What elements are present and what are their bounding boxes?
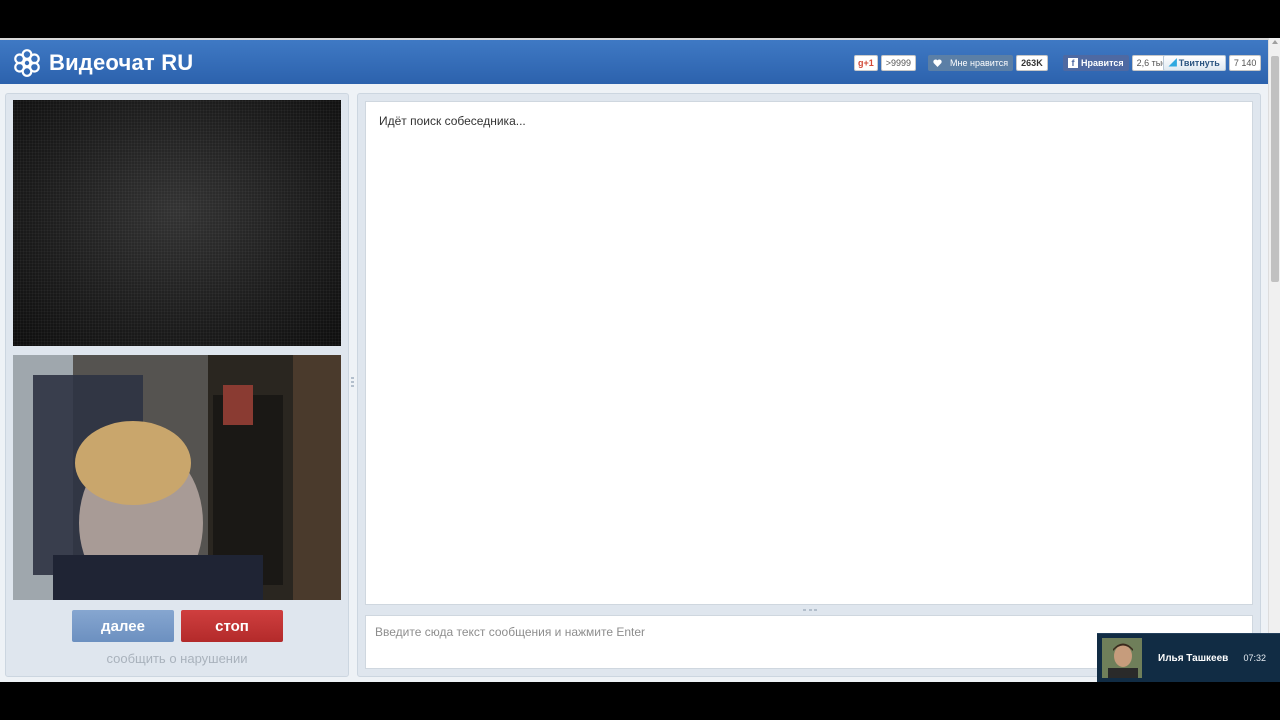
notification-time: 07:32 (1243, 653, 1266, 663)
webcam-scene-image (13, 355, 341, 600)
twitter-bird-icon: ◢ (1169, 57, 1177, 68)
local-webcam-video (13, 355, 341, 600)
browser-viewport: Видеочат RU g+1 >9999 Мне нравится 263K … (0, 38, 1280, 682)
gplus-widget[interactable]: g+1 >9999 (854, 54, 917, 71)
report-abuse-link[interactable]: сообщить о нарушении (6, 651, 348, 666)
next-button[interactable]: далее (72, 610, 174, 642)
chat-log: Идёт поиск собеседника... (365, 101, 1253, 605)
vk-like-count: 263K (1016, 54, 1048, 71)
horizontal-splitter-handle[interactable] (803, 609, 817, 612)
stream-notification[interactable]: Илья Ташкеев 07:32 (1097, 633, 1280, 682)
screen: Видеочат RU g+1 >9999 Мне нравится 263K … (0, 0, 1280, 720)
avatar (1102, 638, 1142, 678)
scroll-thumb[interactable] (1271, 56, 1279, 282)
tweet-label: Твитнуть (1178, 57, 1220, 68)
logo-flower-icon (14, 49, 40, 77)
scroll-up-arrow-icon[interactable] (1272, 40, 1278, 44)
chat-status-message: Идёт поиск собеседника... (379, 114, 526, 128)
facebook-icon: f (1068, 57, 1078, 68)
vk-like-button[interactable]: Мне нравится (928, 54, 1014, 71)
remote-video (13, 100, 341, 346)
tweet-button[interactable]: ◢ Твитнуть (1163, 54, 1226, 71)
chat-panel: Идёт поиск собеседника... (357, 93, 1261, 677)
stop-button[interactable]: стоп (181, 610, 283, 642)
twitter-widget[interactable]: ◢ Твитнуть 7 140 (1163, 54, 1262, 71)
video-panel: далее стоп сообщить о нарушении (5, 93, 349, 677)
vk-like-widget[interactable]: Мне нравится 263K (928, 54, 1048, 71)
fb-like-label: Нравится (1081, 57, 1124, 68)
vk-like-label: Мне нравится (950, 57, 1009, 68)
vertical-splitter-handle[interactable] (349, 377, 355, 389)
tweet-count: 7 140 (1228, 54, 1262, 71)
gplus-count: >9999 (880, 54, 917, 71)
site-logo[interactable]: Видеочат RU (12, 48, 193, 78)
site-title: Видеочат RU (49, 50, 194, 75)
fb-like-button[interactable]: f Нравится (1063, 54, 1129, 71)
page-scrollbar[interactable] (1268, 38, 1280, 682)
heart-icon (933, 58, 942, 67)
gplus-button[interactable]: g+1 (854, 54, 878, 71)
fb-like-widget[interactable]: f Нравится 2,6 тыс (1063, 54, 1172, 71)
notification-user-name: Илья Ташкеев (1158, 652, 1229, 664)
site-header: Видеочат RU g+1 >9999 Мне нравится 263K … (0, 38, 1268, 84)
